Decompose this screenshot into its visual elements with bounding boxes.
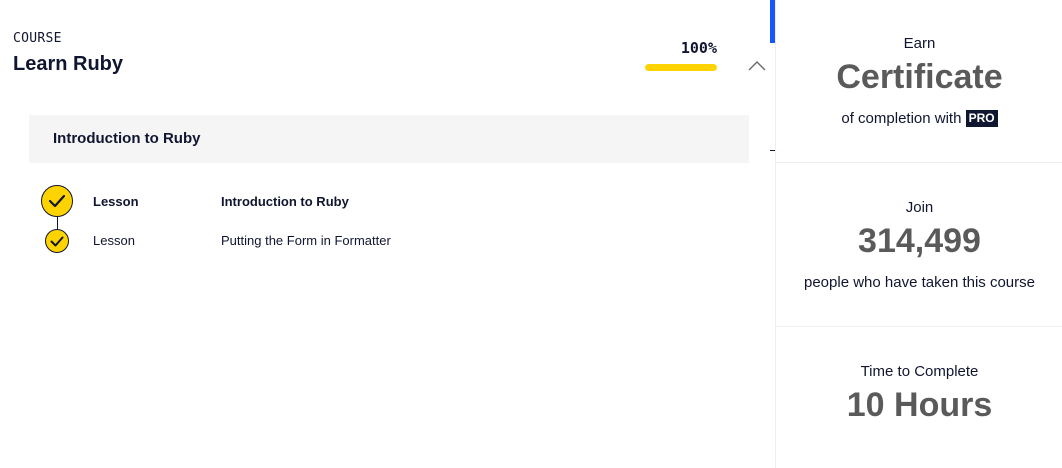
module-header[interactable]: Introduction to Ruby [29,115,749,163]
lesson-type: Lesson [93,233,135,248]
course-stats-sidebar: Earn Certificate of completion with PRO … [775,0,1062,468]
lesson-type: Lesson [93,194,139,209]
chevron-up-icon [748,61,766,71]
lesson-row[interactable]: Lesson Putting the Form in Formatter [29,229,749,253]
certificate-post: of completion with [841,110,962,127]
lesson-name[interactable]: Introduction to Ruby [221,194,349,209]
time-value: 10 Hours [846,386,993,424]
pro-badge: PRO [965,110,998,127]
certificate-title: Certificate [836,58,1003,96]
collapse-toggle-button[interactable] [745,56,769,74]
learners-stat: Join 314,499 people who have taken this … [776,163,1062,327]
progress-percent: 100% [680,39,717,57]
certificate-stat: Earn Certificate of completion with PRO [776,0,1062,163]
progress-track [645,64,717,71]
course-panel: COURSE Learn Ruby 100% Introduction to R… [0,0,775,468]
check-circle-icon [41,185,73,217]
time-pre: Time to Complete [860,363,979,380]
course-eyebrow: COURSE [13,31,62,46]
learners-post: people who have taken this course [804,274,1035,291]
lesson-name[interactable]: Putting the Form in Formatter [221,233,391,248]
time-stat: Time to Complete 10 Hours [776,327,1062,468]
learners-pre: Join [905,199,934,216]
module-title: Introduction to Ruby [53,130,201,147]
progress-fill [645,64,717,71]
lesson-row[interactable]: Lesson Introduction to Ruby [29,183,749,219]
course-progress: 100% [645,38,717,71]
learners-count: 314,499 [858,222,981,260]
check-circle-icon [45,229,69,253]
course-title: Learn Ruby [13,53,124,75]
certificate-note: of completion with PRO [776,110,1062,127]
certificate-pre: Earn [903,35,936,52]
